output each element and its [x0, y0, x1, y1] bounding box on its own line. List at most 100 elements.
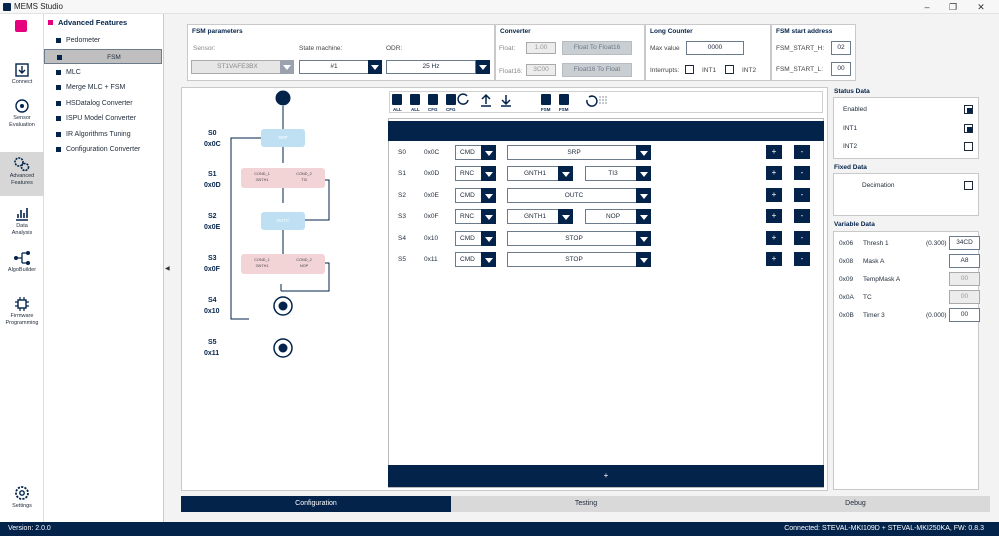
- row-type-select[interactable]: RNC: [455, 209, 483, 224]
- type-dropdown-icon[interactable]: [481, 209, 496, 224]
- tab-testing[interactable]: Testing: [451, 496, 721, 512]
- maximize-icon[interactable]: ❐: [946, 1, 960, 13]
- row-type-select[interactable]: CMD: [455, 145, 483, 160]
- add-row-button[interactable]: +: [766, 188, 782, 202]
- var-value-input[interactable]: 00: [949, 308, 980, 322]
- row-type-select[interactable]: CMD: [455, 231, 483, 246]
- menu-item-mlc[interactable]: MLC: [44, 65, 162, 80]
- odr-dropdown-icon[interactable]: [476, 60, 490, 74]
- row-cond-a-select[interactable]: GNTH1: [507, 166, 559, 181]
- nav-algobuilder[interactable]: AlgoBuilder: [0, 246, 44, 288]
- var-value-input[interactable]: 00: [949, 290, 980, 304]
- type-dropdown-icon[interactable]: [481, 166, 496, 181]
- float-input[interactable]: 1.00: [526, 42, 556, 54]
- start-h-input[interactable]: 02: [831, 41, 851, 55]
- add-row-button[interactable]: +: [766, 252, 782, 266]
- nav-settings[interactable]: Settings: [0, 480, 44, 522]
- window-title: MEMS Studio: [14, 2, 63, 11]
- menu-item-config-converter[interactable]: Configuration Converter: [44, 142, 162, 157]
- remove-row-button[interactable]: -: [794, 145, 810, 159]
- graph-node-srp[interactable]: SRP: [261, 129, 305, 147]
- menu-item-ir-tuning[interactable]: IR Algorithms Tuning: [44, 127, 162, 142]
- row-cond-b-select[interactable]: TI3: [585, 166, 637, 181]
- state-machine-select[interactable]: #1: [299, 60, 369, 74]
- type-dropdown-icon[interactable]: [481, 188, 496, 203]
- collapse-arrow-icon[interactable]: ◀: [165, 265, 170, 272]
- row-cmd-select[interactable]: SRP: [507, 145, 637, 160]
- add-row-button[interactable]: +: [766, 145, 782, 159]
- int2-checkbox[interactable]: [964, 142, 973, 151]
- row-type-select[interactable]: CMD: [455, 252, 483, 267]
- nav-firmware-programming[interactable]: Firmware Programming: [0, 292, 44, 334]
- long-counter-panel: Long Counter Max value 0000 Interrupts: …: [645, 24, 771, 81]
- sensor-dropdown-icon[interactable]: [280, 60, 294, 74]
- graph-node-s1-cond[interactable]: COND_1 GNTH1 COND_2 TI3: [241, 168, 325, 188]
- menu-item-hsdatalog[interactable]: HSDatalog Converter: [44, 96, 162, 111]
- type-dropdown-icon[interactable]: [481, 231, 496, 246]
- float-to-float16-button[interactable]: Float To Float16: [562, 41, 632, 55]
- row-cmd-select[interactable]: STOP: [507, 252, 637, 267]
- menu-item-merge[interactable]: Merge MLC + FSM: [44, 80, 162, 95]
- add-row-button[interactable]: +: [766, 209, 782, 223]
- remove-row-button[interactable]: -: [794, 188, 810, 202]
- left-nav: Connect Sensor Evaluation Advanced Featu…: [0, 14, 44, 522]
- type-dropdown-icon[interactable]: [481, 252, 496, 267]
- remove-row-button[interactable]: -: [794, 252, 810, 266]
- start-l-input[interactable]: 00: [831, 62, 851, 76]
- row-type-select[interactable]: CMD: [455, 188, 483, 203]
- cond-b-dropdown-icon[interactable]: [636, 166, 651, 181]
- tab-configuration[interactable]: Configuration: [181, 496, 451, 512]
- cmd-dropdown-icon[interactable]: [636, 188, 651, 203]
- nav-data-analysis[interactable]: Data Analysis: [0, 202, 44, 244]
- grid-icon: [599, 96, 607, 104]
- graph-node-s3-cond[interactable]: COND_1 GNTH1 COND_2 NOP: [241, 254, 325, 274]
- menu-item-ispu[interactable]: ISPU Model Converter: [44, 111, 162, 126]
- close-icon[interactable]: ✕: [974, 1, 988, 13]
- int1-checkbox[interactable]: [964, 124, 973, 133]
- graph-state-s2: S2: [208, 213, 217, 220]
- remove-row-button[interactable]: -: [794, 231, 810, 245]
- lc-int1-checkbox[interactable]: [685, 65, 694, 74]
- row-addr: 0x0E: [424, 192, 439, 199]
- cmd-dropdown-icon[interactable]: [636, 145, 651, 160]
- type-dropdown-icon[interactable]: [481, 145, 496, 160]
- add-row-button[interactable]: +: [766, 166, 782, 180]
- remove-row-button[interactable]: -: [794, 209, 810, 223]
- tab-debug[interactable]: Debug: [721, 496, 990, 512]
- graph-state-s1: S1: [208, 171, 217, 178]
- row-type-select[interactable]: RNC: [455, 166, 483, 181]
- connection-status: Connected: STEVAL-MKI109D + STEVAL-MKI25…: [784, 525, 984, 532]
- cond-a-dropdown-icon[interactable]: [558, 166, 573, 181]
- row-cmd-select[interactable]: STOP: [507, 231, 637, 246]
- cmd-dropdown-icon[interactable]: [636, 252, 651, 267]
- cmd-dropdown-icon[interactable]: [636, 231, 651, 246]
- row-cond-a-select[interactable]: GNTH1: [507, 209, 559, 224]
- var-value-input[interactable]: A8: [949, 254, 980, 268]
- enabled-checkbox[interactable]: [964, 105, 973, 114]
- lc-int2-checkbox[interactable]: [725, 65, 734, 74]
- float16-input[interactable]: 3C00: [526, 64, 556, 76]
- minimize-icon[interactable]: –: [920, 1, 934, 13]
- var-value-input[interactable]: 00: [949, 272, 980, 286]
- row-addr: 0x11: [424, 256, 438, 263]
- nav-sensor-evaluation[interactable]: Sensor Evaluation: [0, 94, 44, 136]
- max-value-input[interactable]: 0000: [686, 41, 744, 55]
- add-state-button[interactable]: +: [388, 465, 824, 487]
- add-row-button[interactable]: +: [766, 231, 782, 245]
- row-cond-b-select[interactable]: NOP: [585, 209, 637, 224]
- cond-b-dropdown-icon[interactable]: [636, 209, 651, 224]
- menu-item-fsm[interactable]: FSM: [44, 49, 162, 64]
- decimation-checkbox[interactable]: [964, 181, 973, 190]
- menu-item-pedometer[interactable]: Pedometer: [44, 33, 162, 48]
- remove-row-button[interactable]: -: [794, 166, 810, 180]
- nav-advanced-features[interactable]: Advanced Features: [0, 152, 44, 196]
- odr-select[interactable]: 25 Hz: [386, 60, 476, 74]
- start-node-icon: [275, 90, 291, 106]
- sensor-select[interactable]: ST1VAFE3BX: [191, 60, 284, 74]
- graph-node-outc[interactable]: OUTC: [261, 212, 305, 230]
- var-value-input[interactable]: 34CD: [949, 236, 980, 250]
- state-machine-dropdown-icon[interactable]: [368, 60, 382, 74]
- float16-to-float-button[interactable]: Float16 To Float: [562, 63, 632, 77]
- row-cmd-select[interactable]: OUTC: [507, 188, 637, 203]
- cond-a-dropdown-icon[interactable]: [558, 209, 573, 224]
